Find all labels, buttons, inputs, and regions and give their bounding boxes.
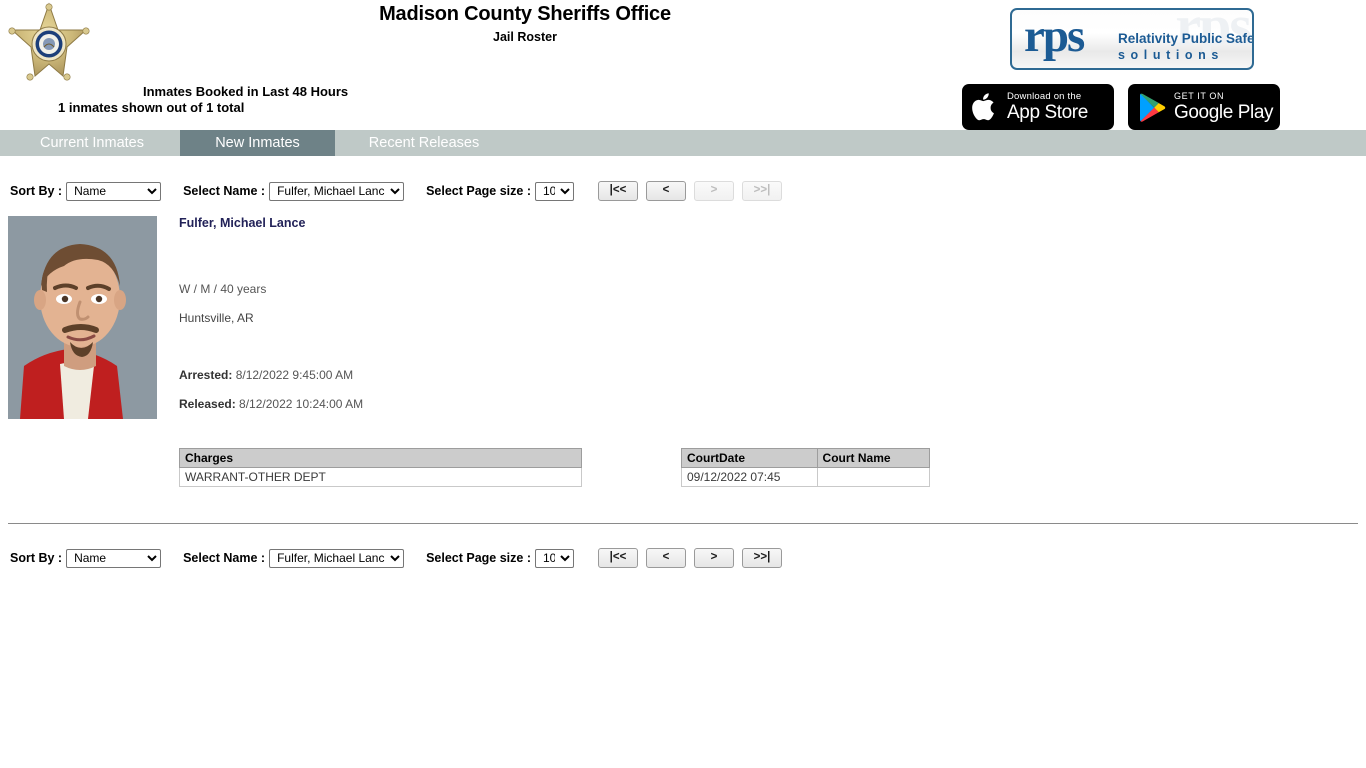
google-play-badge-small: GET IT ON (1174, 91, 1225, 101)
page-size-select[interactable]: 10 (535, 181, 574, 201)
charges-table: Charges WARRANT-OTHER DEPT (179, 448, 582, 487)
inmate-demographics: W / M / 40 years (179, 282, 267, 296)
count-summary-line: 1 inmates shown out of 1 total (58, 100, 245, 115)
select-name-select[interactable]: Fulfer, Michael Lance (269, 181, 405, 201)
first-page-button[interactable]: |<< (598, 548, 638, 568)
table-row: WARRANT-OTHER DEPT (179, 467, 582, 487)
sort-by-label: Sort By : (10, 551, 63, 565)
prev-page-button[interactable]: < (646, 548, 686, 568)
court-table: CourtDate Court Name 09/12/2022 07:45 (681, 448, 931, 487)
charge-cell: WARRANT-OTHER DEPT (179, 467, 582, 487)
controls-bar-bottom: Sort By : Name Select Name : Fulfer, Mic… (10, 546, 790, 570)
controls-bar-top: Sort By : Name Select Name : Fulfer, Mic… (10, 179, 790, 203)
court-date-column-header: CourtDate (681, 448, 818, 468)
page-root: Madison County Sheriffs Office Jail Rost… (0, 0, 1366, 768)
table-row: 09/12/2022 07:45 (681, 467, 931, 487)
prev-page-button[interactable]: < (646, 181, 686, 201)
page-subtitle: Jail Roster (493, 30, 557, 44)
google-play-badge-big: Google Play (1174, 102, 1274, 123)
app-store-badge-big: App Store (1007, 102, 1088, 124)
section-divider (8, 523, 1358, 524)
last-page-button[interactable]: >>| (742, 548, 782, 568)
sheriff-star-badge-icon (8, 2, 90, 81)
page-header: Madison County Sheriffs Office Jail Rost… (0, 0, 1366, 130)
tab-current-inmates[interactable]: Current Inmates (8, 130, 176, 156)
inmate-mugshot[interactable] (8, 216, 157, 419)
google-play-badge[interactable]: GET IT ON Google Play (1128, 84, 1280, 130)
sort-by-label: Sort By : (10, 184, 63, 198)
inmate-released-row: Released: 8/12/2022 10:24:00 AM (179, 397, 363, 411)
google-play-icon (1140, 93, 1166, 122)
title-block: Madison County Sheriffs Office Jail Rost… (330, 2, 720, 45)
court-name-column-header: Court Name (816, 448, 931, 468)
inmate-arrested-row: Arrested: 8/12/2022 9:45:00 AM (179, 368, 353, 382)
app-store-badge[interactable]: Download on the App Store (962, 84, 1114, 130)
google-play-badge-text: GET IT ON Google Play (1174, 91, 1274, 123)
app-store-badge-text: Download on the App Store (1007, 92, 1088, 123)
apple-icon (972, 93, 994, 121)
sort-by-select[interactable]: Name (66, 548, 162, 568)
pager-top: |<< < > >>| (598, 181, 790, 201)
rps-tagline: Relativity Public Safety (1118, 31, 1254, 46)
page-size-label: Select Page size : (426, 184, 531, 198)
rps-logo[interactable]: rps rps Relativity Public Safety solutio… (1010, 8, 1254, 70)
app-store-badge-small: Download on the (1007, 90, 1082, 102)
booked-summary-line: Inmates Booked in Last 48 Hours (143, 84, 349, 99)
tab-new-inmates[interactable]: New Inmates (180, 130, 335, 156)
select-name-select[interactable]: Fulfer, Michael Lance (269, 548, 405, 568)
rps-tagline-secondary: solutions (1118, 48, 1224, 62)
select-name-label: Select Name : (183, 184, 266, 198)
arrested-value: 8/12/2022 9:45:00 AM (235, 368, 354, 382)
inmate-name[interactable]: Fulfer, Michael Lance (179, 216, 305, 230)
select-name-label: Select Name : (183, 551, 266, 565)
charges-table-header-row: Charges (179, 448, 582, 468)
first-page-button[interactable]: |<< (598, 181, 638, 201)
next-page-button[interactable]: > (694, 548, 734, 568)
page-title: Madison County Sheriffs Office (379, 3, 671, 25)
tab-recent-releases[interactable]: Recent Releases (339, 130, 509, 156)
last-page-button: >>| (742, 181, 782, 201)
inmate-city-state: Huntsville, AR (179, 311, 254, 325)
released-label: Released: (179, 397, 236, 411)
page-size-label: Select Page size : (426, 551, 531, 565)
court-name-cell (816, 467, 931, 487)
next-page-button: > (694, 181, 734, 201)
arrested-label: Arrested: (179, 368, 233, 382)
court-table-header-row: CourtDate Court Name (681, 448, 931, 468)
page-size-select[interactable]: 10 (535, 548, 574, 568)
rps-wordmark: rps (1024, 10, 1085, 62)
released-value: 8/12/2022 10:24:00 AM (239, 397, 364, 411)
charges-column-header: Charges (179, 448, 582, 468)
pager-bottom: |<< < > >>| (598, 548, 790, 568)
sort-by-select[interactable]: Name (66, 181, 162, 201)
court-date-cell: 09/12/2022 07:45 (681, 467, 818, 487)
tab-bar: Current Inmates New Inmates Recent Relea… (0, 130, 1366, 156)
